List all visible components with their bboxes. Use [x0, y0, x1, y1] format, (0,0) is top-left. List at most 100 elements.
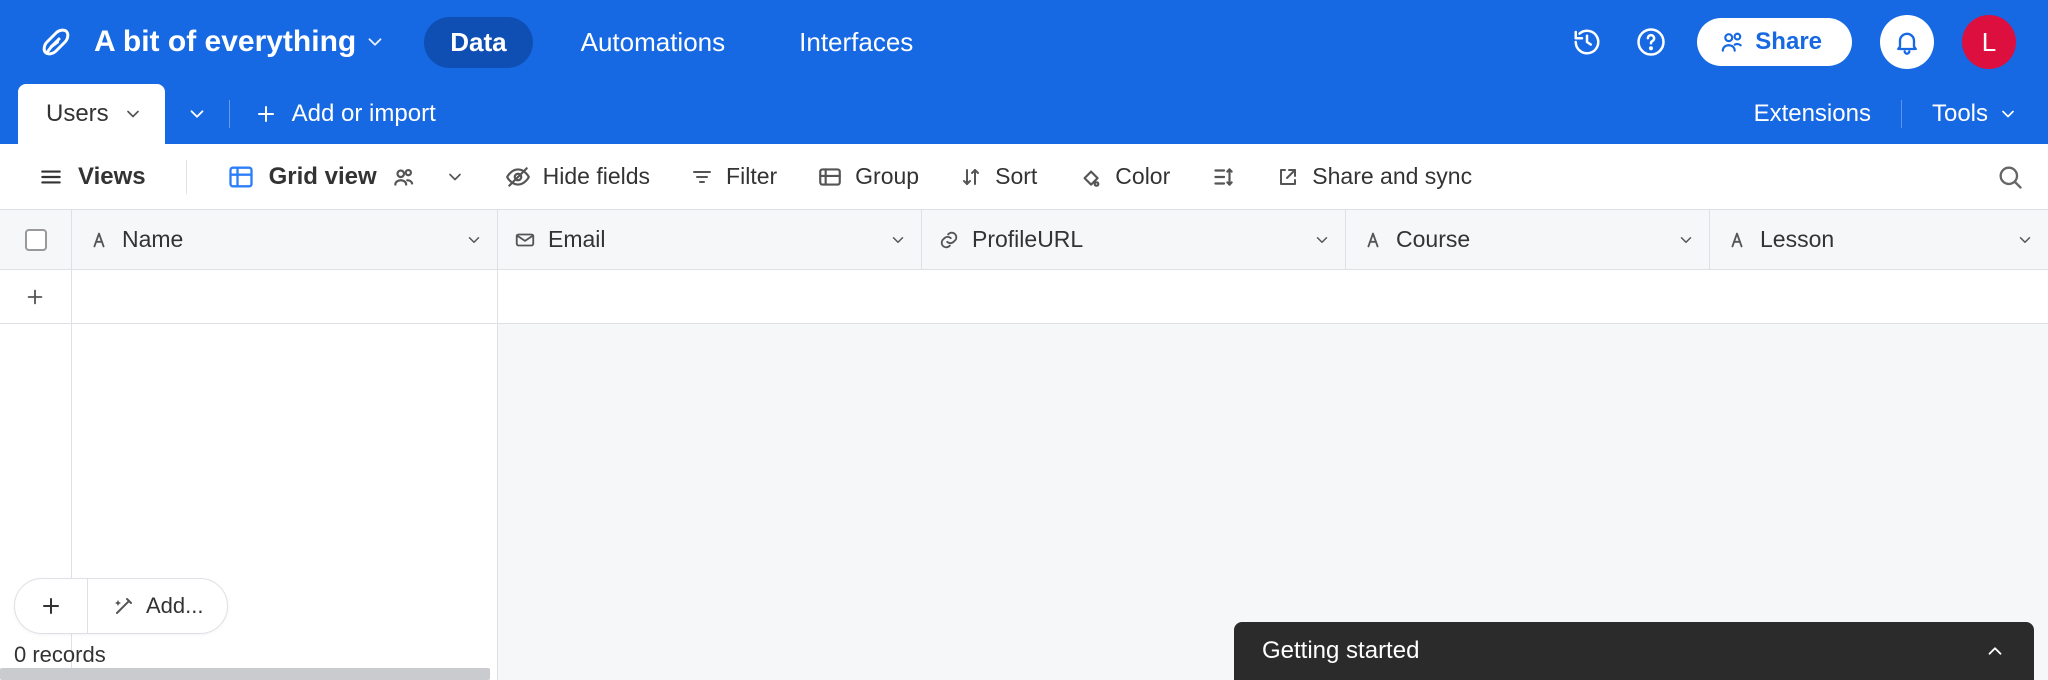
table-tabstrip: Users Add or import Extensions Tools	[0, 84, 2048, 144]
add-record-menu-button[interactable]: Add...	[87, 579, 227, 633]
horizontal-scrollbar[interactable]	[0, 668, 490, 680]
tools-button[interactable]: Tools	[1932, 100, 2018, 128]
chevron-down-icon	[123, 104, 143, 124]
chevron-down-icon	[2016, 231, 2034, 249]
search-icon	[1996, 163, 2024, 191]
history-icon	[1572, 27, 1602, 57]
new-row-primary-cell[interactable]	[72, 270, 497, 324]
chevron-down-icon	[445, 167, 465, 187]
filter-label: Filter	[726, 163, 777, 190]
share-button-label: Share	[1755, 28, 1822, 56]
nav-automations[interactable]: Automations	[555, 17, 752, 68]
column-header-profileurl[interactable]: ProfileURL	[922, 210, 1346, 269]
paint-bucket-icon	[1077, 164, 1103, 190]
chevron-up-icon	[1984, 640, 2006, 662]
table-tabs-overflow[interactable]	[165, 84, 229, 144]
email-icon	[514, 229, 536, 251]
link-icon	[938, 229, 960, 251]
column-header-course[interactable]: Course	[1346, 210, 1710, 269]
chevron-down-icon	[186, 103, 208, 125]
current-view-name: Grid view	[269, 163, 377, 191]
group-label: Group	[855, 163, 919, 190]
extensions-button[interactable]: Extensions	[1754, 100, 1871, 128]
eye-off-icon	[505, 164, 531, 190]
getting-started-panel[interactable]: Getting started	[1234, 622, 2034, 680]
plus-icon	[39, 594, 63, 618]
select-all-cell[interactable]	[0, 210, 72, 269]
add-or-import-label: Add or import	[292, 100, 436, 128]
text-field-icon	[1362, 229, 1384, 251]
grid-body: Add... 0 records Getting started	[0, 270, 2048, 680]
chevron-down-icon	[889, 231, 907, 249]
bell-icon	[1893, 28, 1921, 56]
text-field-icon	[1726, 229, 1748, 251]
add-or-import-button[interactable]: Add or import	[230, 84, 460, 144]
column-header-label: Course	[1396, 226, 1470, 253]
hide-fields-button[interactable]: Hide fields	[505, 163, 650, 190]
table-tab-users[interactable]: Users	[18, 84, 165, 144]
extensions-label: Extensions	[1754, 100, 1871, 128]
nav-interfaces[interactable]: Interfaces	[773, 17, 939, 68]
column-header-lesson[interactable]: Lesson	[1710, 210, 2048, 269]
plus-icon	[254, 102, 278, 126]
chevron-down-icon	[1313, 231, 1331, 249]
magic-wand-icon	[112, 594, 136, 618]
grid-header-row: Name Email ProfileURL Course	[0, 210, 2048, 270]
sort-button[interactable]: Sort	[959, 163, 1037, 190]
checkbox-icon	[25, 229, 47, 251]
column-header-label: Name	[122, 226, 183, 253]
new-row-rest-cells[interactable]	[498, 270, 2048, 324]
collaborators-icon	[391, 164, 417, 190]
tabstrip-right: Extensions Tools	[1732, 84, 2048, 144]
row-height-button[interactable]	[1210, 164, 1236, 190]
hide-fields-label: Hide fields	[543, 163, 650, 190]
record-count: 0 records	[14, 642, 106, 668]
chevron-down-icon	[364, 31, 386, 53]
column-header-email[interactable]: Email	[498, 210, 922, 269]
color-button[interactable]: Color	[1077, 163, 1170, 190]
share-and-sync-button[interactable]: Share and sync	[1276, 163, 1472, 190]
group-icon	[817, 164, 843, 190]
base-menu-chevron[interactable]	[364, 31, 386, 53]
chevron-down-icon	[465, 231, 483, 249]
filter-button[interactable]: Filter	[690, 163, 777, 190]
color-label: Color	[1115, 163, 1170, 190]
column-header-name[interactable]: Name	[72, 210, 498, 269]
grid-rest-body	[498, 270, 2048, 680]
help-icon	[1636, 27, 1666, 57]
row-height-icon	[1210, 164, 1236, 190]
views-label: Views	[78, 163, 146, 191]
rocket-icon	[38, 24, 74, 60]
share-button[interactable]: Share	[1697, 18, 1852, 66]
group-button[interactable]: Group	[817, 163, 919, 190]
help-button[interactable]	[1633, 24, 1669, 60]
app-launch-icon[interactable]	[36, 22, 76, 62]
column-header-label: Lesson	[1760, 226, 1834, 253]
divider	[1901, 100, 1902, 128]
add-row-button[interactable]	[0, 270, 71, 324]
base-title[interactable]: A bit of everything	[94, 25, 356, 59]
add-record-button[interactable]	[15, 579, 87, 633]
sort-label: Sort	[995, 163, 1037, 190]
add-record-pill: Add...	[14, 578, 228, 634]
notifications-button[interactable]	[1880, 15, 1934, 69]
sort-icon	[959, 165, 983, 189]
add-record-menu-label: Add...	[146, 593, 203, 619]
chevron-down-icon	[1677, 231, 1695, 249]
plus-icon	[24, 286, 46, 308]
history-button[interactable]	[1569, 24, 1605, 60]
topbar: A bit of everything Data Automations Int…	[0, 0, 2048, 84]
people-icon	[1719, 29, 1745, 55]
external-link-icon	[1276, 165, 1300, 189]
tools-label: Tools	[1932, 100, 1988, 128]
chevron-down-icon	[1998, 104, 2018, 124]
share-and-sync-label: Share and sync	[1312, 163, 1472, 190]
grid-view-icon	[227, 163, 255, 191]
current-view[interactable]: Grid view	[227, 163, 465, 191]
nav-data[interactable]: Data	[424, 17, 532, 68]
search-records-button[interactable]	[1996, 163, 2024, 191]
table-tab-label: Users	[46, 100, 109, 128]
text-field-icon	[88, 229, 110, 251]
views-sidebar-toggle[interactable]: Views	[38, 163, 146, 191]
user-avatar[interactable]: L	[1962, 15, 2016, 69]
